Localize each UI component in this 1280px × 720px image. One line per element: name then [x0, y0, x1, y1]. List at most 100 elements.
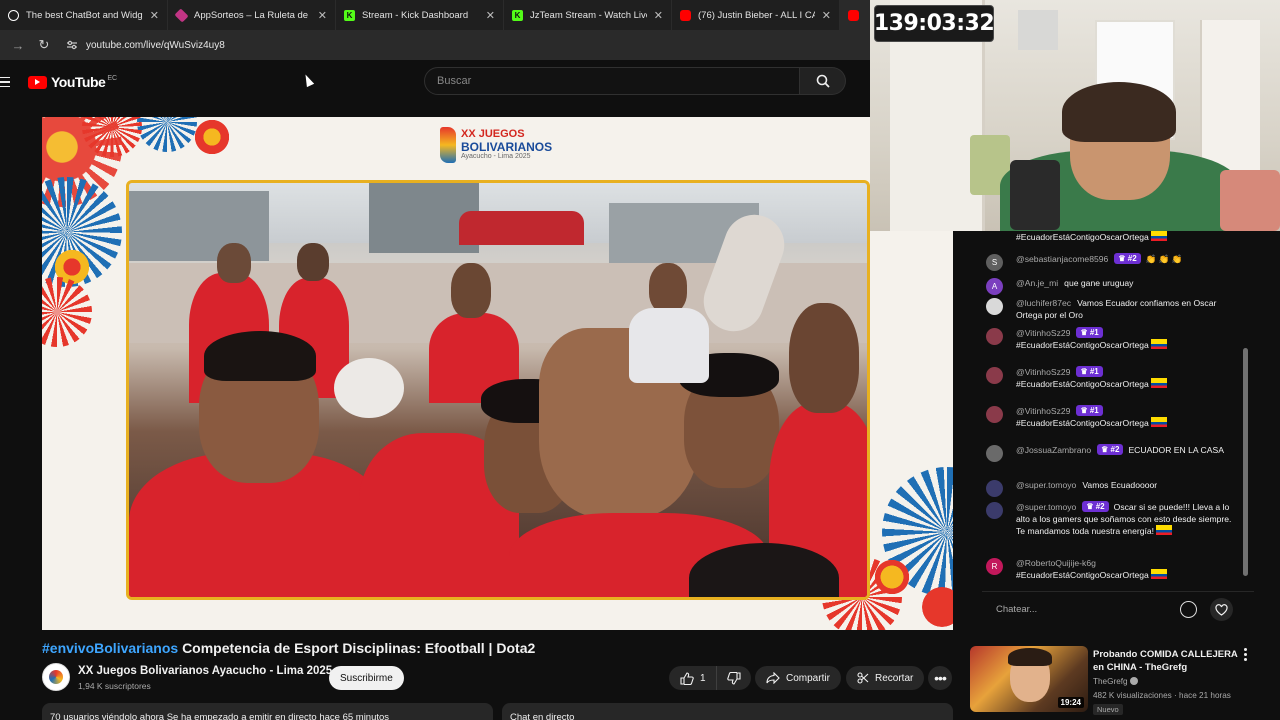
browser-tab[interactable]: (76) Justin Bieber - ALL I CAN TAKE ✕	[672, 0, 840, 30]
emoji-icon[interactable]	[1180, 601, 1197, 618]
member-badge: ♛ #2	[1097, 444, 1124, 455]
close-tab-icon[interactable]: ✕	[150, 9, 159, 22]
close-tab-icon[interactable]: ✕	[318, 9, 327, 22]
scissors-icon	[857, 672, 869, 684]
related-video-channel[interactable]: TheGrefg	[1093, 677, 1138, 686]
share-button[interactable]: Compartir	[755, 666, 841, 690]
ecuador-flag-icon	[1150, 231, 1167, 241]
chat-input[interactable]: Chatear...	[992, 598, 1182, 622]
chat-scrollbar[interactable]	[1243, 348, 1248, 576]
browser-tab[interactable]: K JzTeam Stream - Watch Live on Kick ✕	[504, 0, 672, 30]
subscribe-button[interactable]: Suscribirme	[329, 666, 404, 690]
chat-message: @super.tomoyo ♛ #2 Oscar si se puede!!! Ll…	[986, 501, 1236, 537]
chat-avatar[interactable]	[986, 480, 1003, 497]
related-video-thumbnail[interactable]: 19:24	[970, 646, 1088, 712]
close-tab-icon[interactable]: ✕	[822, 9, 831, 22]
chat-author[interactable]: @super.tomoyo	[1016, 480, 1076, 490]
chat-avatar[interactable]: A	[986, 278, 1003, 295]
webcam-ac-unit	[1018, 10, 1058, 50]
like-button[interactable]: 1	[669, 666, 716, 690]
chat-message: @VitinhoSz29 ♛ #1 #EcuadorEstáContigoOscar…	[986, 327, 1236, 351]
verified-icon	[1129, 677, 1138, 685]
youtube-header: YouTube EC Buscar	[0, 60, 870, 104]
chat-author[interactable]: @An.je_mi	[1016, 278, 1058, 288]
related-channel-name: TheGrefg	[1093, 677, 1128, 686]
search-button[interactable]	[800, 67, 846, 95]
chat-message: R @RobertoQuijije-k6g #EcuadorEstáContigo…	[986, 557, 1236, 581]
webcam-chair	[1010, 160, 1060, 230]
bolivarianos-emblem-icon	[440, 127, 456, 163]
channel-row: XX Juegos Bolivarianos Ayacucho - Lima 2…	[42, 663, 953, 693]
clip-button[interactable]: Recortar	[846, 666, 925, 690]
hashtag-link[interactable]: #envivoBolivarianos	[42, 640, 178, 656]
badge-rank: #2	[1095, 502, 1105, 511]
video-player[interactable]: XX JUEGOS BOLIVARIANOS Ayacucho - Lima 2…	[42, 117, 953, 630]
chat-author[interactable]: @luchifer87ec	[1016, 298, 1071, 308]
more-actions-button[interactable]: •••	[928, 666, 952, 690]
chat-message: S @sebastianjacome8596 ♛ #2 👏 👏 👏	[986, 253, 1236, 271]
tab-title: Stream - Kick Dashboard	[362, 9, 469, 21]
forward-arrow-icon[interactable]: →	[6, 33, 30, 57]
chat-avatar[interactable]	[986, 367, 1003, 384]
reload-icon[interactable]: ↻	[32, 33, 56, 57]
stream-timer: 139:03:32	[874, 5, 995, 42]
thumbs-up-icon	[680, 671, 694, 685]
menu-icon[interactable]	[0, 76, 14, 88]
browser-tab-active[interactable]	[840, 0, 870, 30]
url-field[interactable]: youtube.com/live/qWuSviz4uy8	[66, 40, 225, 51]
browser-tab[interactable]: AppSorteos – La Ruleta de la Suerte ✕	[168, 0, 336, 30]
member-badge: ♛ #2	[1114, 253, 1141, 264]
screen: The best ChatBot and Widgets ✕ AppSorteo…	[0, 0, 1280, 720]
related-video[interactable]: 19:24 Probando COMIDA CALLEJERA en CHINA…	[970, 646, 1260, 720]
more-vertical-icon[interactable]	[1244, 648, 1247, 661]
chat-author[interactable]: @VitinhoSz29	[1016, 328, 1070, 338]
chat-avatar[interactable]	[986, 502, 1003, 519]
dislike-button[interactable]	[716, 666, 751, 690]
appsorteos-favicon-icon	[174, 7, 189, 23]
chat-message: @super.tomoyo Vamos Ecuadoooor	[986, 479, 1236, 497]
chat-author[interactable]: @sebastianjacome8596	[1016, 254, 1108, 264]
badge-rank: #1	[1089, 367, 1099, 376]
video-description-box[interactable]: 70 usuarios viéndolo ahora Se ha empezad…	[42, 703, 493, 720]
chat-avatar[interactable]: R	[986, 558, 1003, 575]
channel-avatar[interactable]	[42, 663, 70, 691]
chat-author[interactable]: @super.tomoyo	[1016, 502, 1076, 512]
search-input[interactable]: Buscar	[424, 67, 800, 95]
related-video-title[interactable]: Probando COMIDA CALLEJERA en CHINA - The…	[1093, 648, 1243, 674]
chat-avatar[interactable]: S	[986, 254, 1003, 271]
chat-avatar[interactable]	[986, 328, 1003, 345]
search-placeholder: Buscar	[437, 75, 472, 87]
browser-tab[interactable]: K Stream - Kick Dashboard ✕	[336, 0, 504, 30]
heart-button[interactable]	[1210, 598, 1233, 621]
chat-message-text: Vamos Ecuadoooor	[1082, 480, 1158, 490]
more-horizontal-icon: •••	[934, 670, 947, 686]
chat-avatar[interactable]	[986, 406, 1003, 423]
chat-avatar[interactable]	[986, 445, 1003, 462]
tab-title: JzTeam Stream - Watch Live on Kick	[530, 9, 647, 21]
chat-message-text: 👏 👏 👏	[1145, 254, 1183, 264]
chat-message: @VitinhoSz29 ♛ #1 #EcuadorEstáContigoOscar…	[986, 405, 1236, 429]
chat-author[interactable]: @VitinhoSz29	[1016, 406, 1070, 416]
youtube-logo-text: YouTube	[51, 74, 106, 90]
chat-author[interactable]: @JossuaZambrano	[1016, 445, 1091, 455]
new-badge: Nuevo	[1093, 704, 1123, 715]
clip-label: Recortar	[875, 672, 914, 684]
close-tab-icon[interactable]: ✕	[654, 9, 663, 22]
decorative-flower	[192, 117, 232, 157]
channel-name[interactable]: XX Juegos Bolivarianos Ayacucho - Lima 2…	[78, 665, 332, 677]
close-tab-icon[interactable]: ✕	[486, 9, 495, 22]
decorative-flower	[137, 117, 197, 152]
browser-tab[interactable]: The best ChatBot and Widgets ✕	[0, 0, 168, 30]
chat-author[interactable]: @VitinhoSz29	[1016, 367, 1070, 377]
chat-author[interactable]: @RobertoQuijije-k6g	[1016, 558, 1096, 568]
chat-avatar[interactable]	[986, 298, 1003, 315]
heart-icon	[1215, 603, 1228, 616]
chat-input-placeholder: Chatear...	[996, 604, 1038, 615]
chat-replay-header[interactable]: Chat en directo	[502, 703, 953, 720]
chatbot-favicon-icon	[8, 9, 19, 21]
decorative-flower	[42, 277, 92, 347]
webcam-blanket	[1220, 170, 1280, 231]
youtube-logo[interactable]: YouTube EC	[28, 74, 117, 90]
site-settings-icon[interactable]	[66, 40, 78, 50]
subscriber-count: 1,94 K suscriptores	[78, 681, 151, 691]
